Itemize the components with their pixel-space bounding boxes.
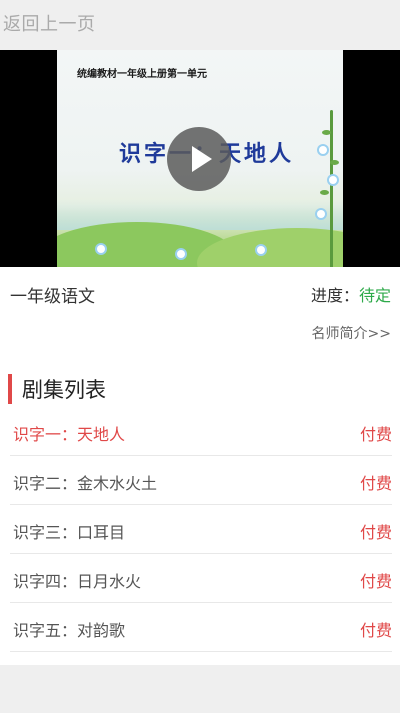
poster-subtitle: 统编教材一年级上册第一单元 <box>77 69 207 80</box>
episode-name: 识字四：日月水火 <box>13 572 142 591</box>
poster-flower <box>319 146 327 154</box>
progress-status: 进度：待定 <box>311 282 391 306</box>
episode-list-title: 剧集列表 <box>22 378 106 402</box>
poster-flower <box>317 210 325 218</box>
poster-flower <box>177 250 185 258</box>
teacher-intro-link[interactable]: 名师简介>> <box>312 323 391 343</box>
poster-hill <box>197 228 343 267</box>
episode-price: 付费 <box>359 523 392 542</box>
top-bar: 返回上一页 <box>0 0 400 46</box>
episode-price: 付费 <box>359 474 392 493</box>
progress-label: 进度： <box>310 286 359 305</box>
back-button[interactable]: 返回上一页 <box>3 10 96 36</box>
episode-name: 识字二：金木水火土 <box>13 474 158 493</box>
episode-price: 付费 <box>359 621 392 640</box>
episode-list-header: 剧集列表 <box>0 370 400 406</box>
poster-leaf <box>330 160 339 165</box>
episode-list: 识字一：天地人 付费 识字二：金木水火土 付费 识字三：口耳目 付费 识字四：日… <box>0 407 400 652</box>
episode-item[interactable]: 识字三：口耳目 付费 <box>10 505 392 554</box>
episode-item[interactable]: 识字二：金木水火土 付费 <box>10 456 392 505</box>
episode-item[interactable]: 识字一：天地人 付费 <box>10 407 392 456</box>
poster-flower <box>257 246 265 254</box>
episode-price: 付费 <box>359 572 392 591</box>
poster-flower <box>329 176 337 184</box>
poster-flower <box>97 245 105 253</box>
episode-name: 识字一：天地人 <box>13 425 126 444</box>
episode-name: 识字五：对韵歌 <box>13 621 126 640</box>
poster-leaf <box>322 130 331 135</box>
episode-item[interactable]: 识字四：日月水火 付费 <box>10 554 392 603</box>
progress-value: 待定 <box>358 286 391 305</box>
episode-name: 识字三：口耳目 <box>13 523 126 542</box>
play-icon[interactable] <box>167 127 231 191</box>
poster-leaf <box>320 190 329 195</box>
section-accent-bar <box>8 374 12 404</box>
course-title: 一年级语文 <box>10 287 95 307</box>
course-panel: 一年级语文 进度：待定 名师简介>> 剧集列表 识字一：天地人 付费 识字二：金… <box>0 267 400 665</box>
episode-item[interactable]: 识字五：对韵歌 付费 <box>10 603 392 652</box>
video-player[interactable]: 统编教材一年级上册第一单元 识字一：天地人 <box>0 50 400 267</box>
episode-price: 付费 <box>359 425 392 444</box>
